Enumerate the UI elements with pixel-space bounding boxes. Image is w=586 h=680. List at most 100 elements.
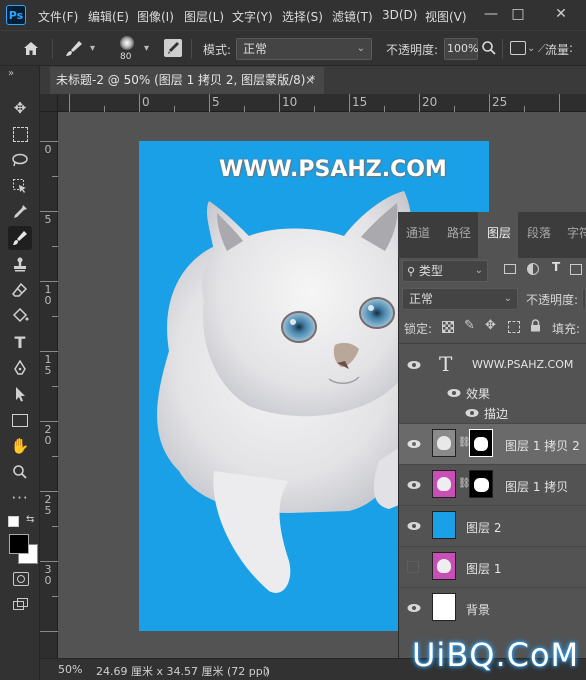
layer-row[interactable]: 图层 2	[399, 505, 586, 546]
layer-name: 背景	[466, 603, 491, 617]
rectangle-tool-icon[interactable]	[8, 408, 32, 432]
document-tab-title: 未标题-2 @ 50% (图层 1 拷贝 2, 图层蒙版/8) *	[56, 73, 316, 87]
marquee-tool-icon[interactable]	[8, 122, 32, 146]
menu-type[interactable]: 文字(Y)	[232, 8, 273, 25]
layer-row[interactable]: 图层 1	[399, 546, 586, 587]
menu-view[interactable]: 视图(V)	[425, 8, 467, 25]
close-window-button[interactable]: ✕	[548, 3, 574, 25]
hand-tool-icon[interactable]: ✋	[8, 434, 32, 458]
layer-opacity-input[interactable]	[582, 288, 586, 310]
menu-edit[interactable]: 编辑(E)	[88, 8, 129, 25]
pen-tool-icon[interactable]	[8, 356, 32, 380]
foreground-color-swatch[interactable]	[9, 534, 29, 554]
layer-row[interactable]: T WWW.PSAHZ.COM	[399, 343, 586, 383]
filter-kind-value: 类型	[418, 264, 443, 278]
layer-effects-row[interactable]: 效果	[399, 383, 586, 403]
visibility-eye-icon[interactable]	[407, 360, 421, 370]
mode-select[interactable]: 正常 ⌄	[236, 38, 372, 60]
vertical-ruler: 0 5 10 15 20 25 30	[40, 112, 58, 658]
swap-colors-icon[interactable]: ⇆	[26, 514, 34, 525]
eraser-tool-icon[interactable]	[8, 278, 32, 302]
chevron-down-icon[interactable]: ▾	[90, 43, 95, 54]
ruler-label: 15	[44, 353, 52, 377]
collapse-icon[interactable]: »	[8, 68, 14, 79]
type-filter-icon[interactable]: T	[552, 260, 560, 274]
visibility-eye-icon[interactable]	[465, 408, 479, 418]
lock-position-icon[interactable]: ✥	[485, 318, 496, 333]
menu-select[interactable]: 选择(S)	[282, 8, 323, 25]
lock-artboard-icon[interactable]	[508, 321, 520, 333]
visibility-eye-icon[interactable]	[407, 480, 421, 490]
document-tab[interactable]: 未标题-2 @ 50% (图层 1 拷贝 2, 图层蒙版/8) * ×	[50, 67, 324, 94]
eyedropper-tool-icon[interactable]	[8, 200, 32, 224]
opacity-input[interactable]: 100%	[444, 38, 478, 60]
quick-mask-icon[interactable]	[13, 572, 29, 586]
tab-character[interactable]: 字符	[567, 224, 586, 241]
horizontal-ruler: 0 5 10 15 20 25	[40, 94, 586, 112]
mode-value: 正常	[243, 42, 268, 56]
adjustment-filter-icon[interactable]	[527, 263, 539, 275]
search-icon[interactable]	[481, 40, 497, 59]
stroke-effect-row[interactable]: 描边	[399, 403, 586, 423]
layer-row[interactable]: ⛓ 图层 1 拷贝	[399, 464, 586, 505]
layer-mask-thumbnail[interactable]	[469, 470, 493, 498]
menu-3d[interactable]: 3D(D)	[382, 8, 417, 22]
layer-row[interactable]: 背景	[399, 587, 586, 628]
zoom-tool-icon[interactable]	[8, 460, 32, 484]
lasso-tool-icon[interactable]	[8, 148, 32, 172]
close-tab-button[interactable]: ×	[305, 67, 315, 94]
visibility-eye-icon[interactable]	[407, 603, 421, 613]
tablet-pressure-icon[interactable]	[510, 41, 526, 55]
maximize-button[interactable]: □	[505, 3, 531, 25]
tab-channels[interactable]: 通道	[406, 224, 430, 241]
object-selection-tool-icon[interactable]	[8, 174, 32, 198]
options-bar: ▾ 80 ▾ 模式: 正常 ⌄ 不透明度: 100% ⌄ ⟋ 流量 :	[0, 30, 586, 66]
text-layer-icon: T	[439, 352, 453, 376]
ruler-label: 20	[422, 95, 438, 109]
menu-file[interactable]: 文件(F)	[38, 8, 78, 25]
visibility-eye-icon[interactable]	[407, 439, 421, 449]
minimize-button[interactable]: —	[478, 3, 504, 25]
stamp-tool-icon[interactable]	[8, 252, 32, 276]
layer-mask-thumbnail[interactable]	[469, 429, 493, 457]
chevron-down-icon[interactable]: ⌄	[527, 43, 535, 54]
brush-size-picker[interactable]: 80	[116, 35, 138, 62]
lock-pixels-icon[interactable]: ✎	[464, 318, 475, 333]
lock-transparent-icon[interactable]	[442, 321, 454, 333]
path-selection-tool-icon[interactable]	[8, 382, 32, 406]
visibility-eye-icon[interactable]	[447, 388, 461, 398]
menu-image[interactable]: 图像(I)	[137, 8, 174, 25]
ruler-origin[interactable]	[40, 94, 58, 112]
type-tool-icon[interactable]: T	[8, 330, 32, 354]
paint-bucket-tool-icon[interactable]	[8, 304, 32, 328]
screen-mode-icon[interactable]	[13, 598, 29, 612]
tab-paragraph[interactable]: 段落	[527, 224, 551, 241]
brush-tool-preset-icon[interactable]	[64, 39, 86, 62]
chevron-down-icon: ⌄	[474, 265, 483, 276]
brush-tool-icon[interactable]	[8, 226, 32, 250]
status-menu-arrow[interactable]: 〉	[264, 663, 275, 679]
layer-opacity-label: 不透明度:	[526, 293, 579, 307]
home-icon[interactable]	[22, 40, 40, 60]
default-colors-icon[interactable]	[8, 516, 19, 527]
shape-filter-icon[interactable]	[570, 264, 582, 275]
chevron-down-icon[interactable]: ▾	[144, 43, 149, 54]
tab-paths[interactable]: 路径	[447, 224, 471, 241]
pixel-filter-icon[interactable]	[504, 264, 516, 274]
opacity-label: 不透明度:	[386, 43, 439, 57]
menu-filter[interactable]: 滤镜(T)	[332, 8, 373, 25]
blend-mode-select[interactable]: 正常 ⌄	[402, 288, 518, 310]
tab-layers[interactable]: 图层	[487, 224, 511, 241]
menu-layer[interactable]: 图层(L)	[184, 8, 224, 25]
lock-all-icon[interactable]	[530, 319, 541, 335]
zoom-level[interactable]: 50%	[58, 663, 82, 676]
layer-row-selected[interactable]: ⛓ 图层 1 拷贝 2	[399, 423, 586, 464]
move-tool-icon[interactable]: ✥	[8, 96, 32, 120]
ruler-label: 15	[352, 95, 368, 109]
visibility-eye-icon[interactable]	[407, 521, 421, 531]
effects-label: 效果	[466, 387, 491, 401]
more-tools-icon[interactable]: ···	[8, 486, 32, 510]
visibility-toggle-off[interactable]	[407, 561, 419, 573]
brush-settings-icon[interactable]	[164, 39, 182, 57]
layer-filter-select[interactable]: ⚲ 类型 ⌄	[402, 260, 488, 282]
